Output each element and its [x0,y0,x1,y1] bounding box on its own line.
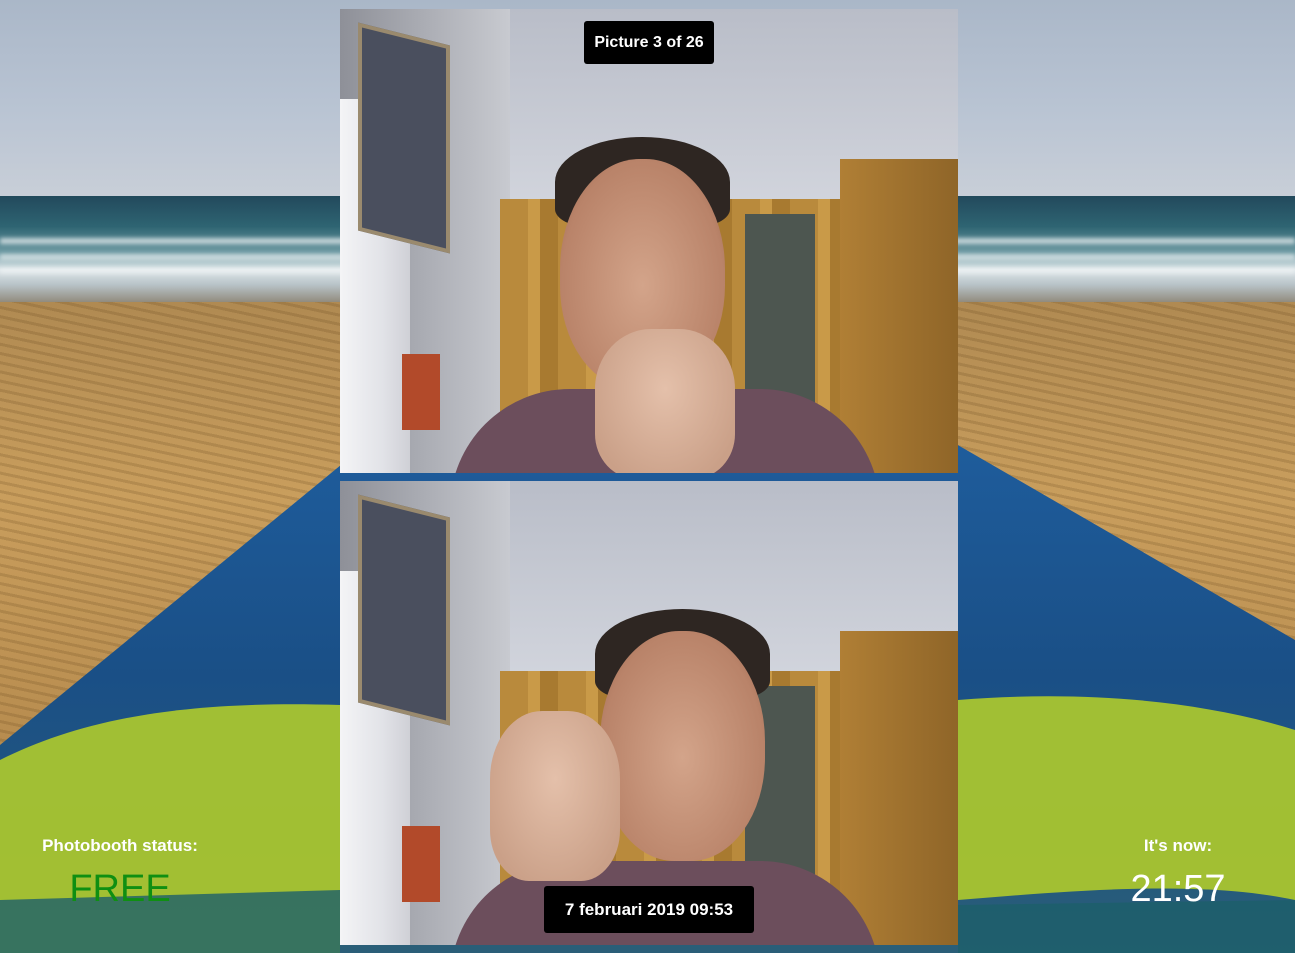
picture-counter: Picture 3 of 26 [584,21,714,64]
clock-label: It's now: [1143,836,1213,855]
status-label: Photobooth status: [42,836,198,855]
clock-time: 21:57 [1130,868,1226,910]
picture-date: 7 februari 2019 09:53 [544,886,754,933]
photobooth-screen: Picture 3 of 26 7 februari 2019 09:53 Ph… [0,0,1295,953]
photo-next [340,481,958,945]
status-value: FREE [69,868,171,910]
photo-current [340,9,958,473]
